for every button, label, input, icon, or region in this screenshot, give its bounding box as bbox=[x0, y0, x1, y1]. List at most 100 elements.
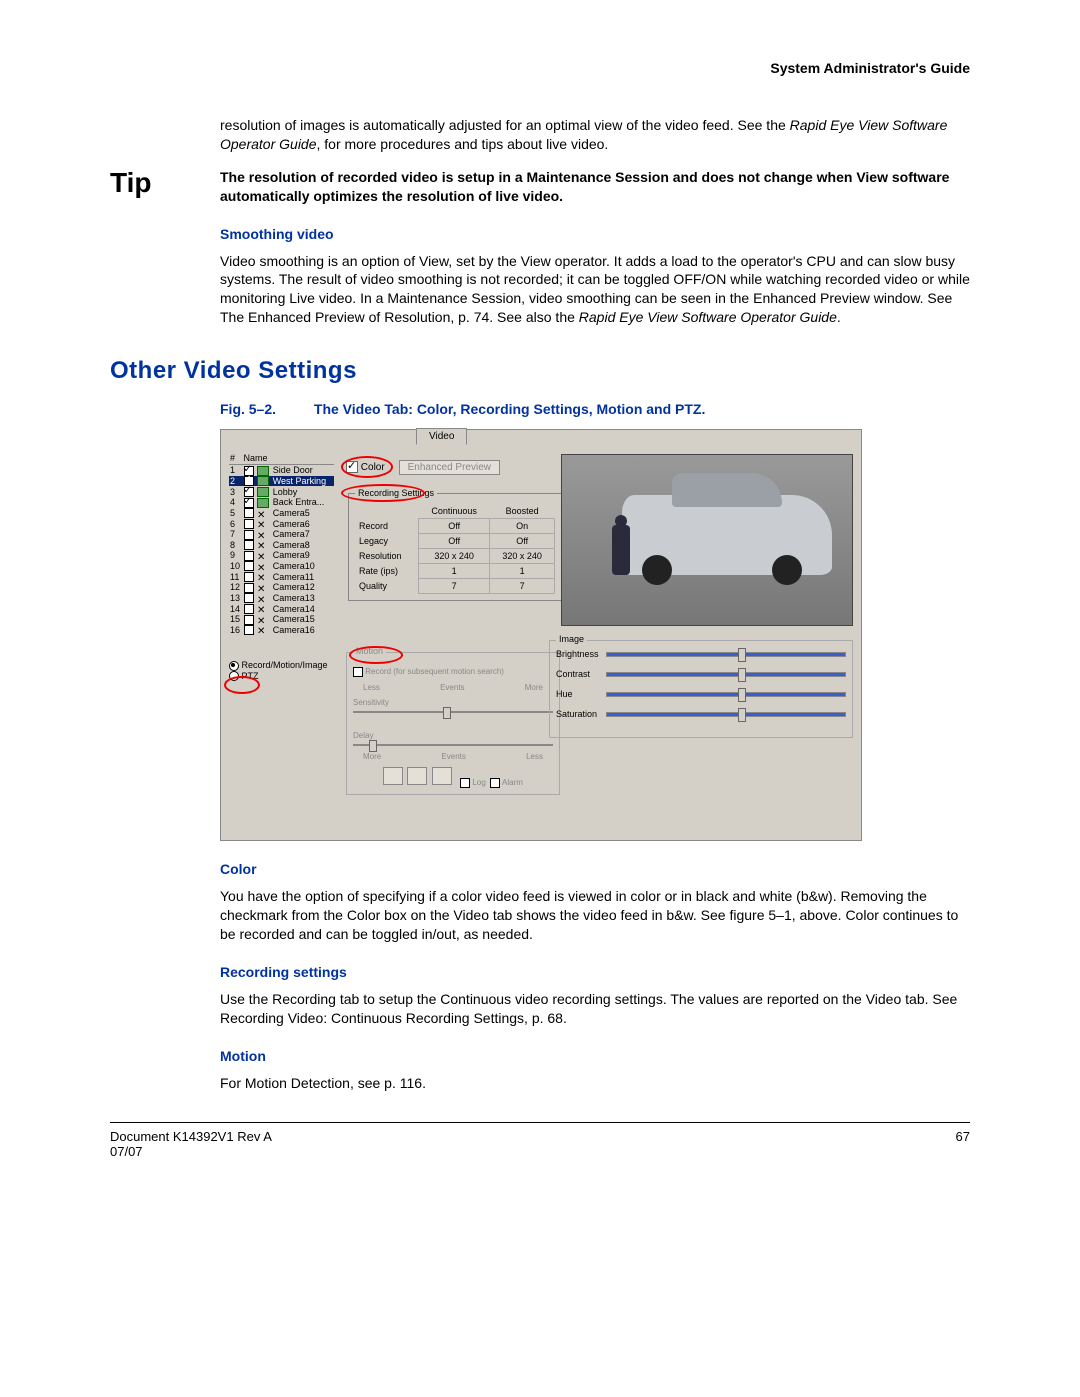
camera-enable-checkbox[interactable] bbox=[244, 615, 254, 625]
table-row: LegacyOffOff bbox=[355, 534, 555, 549]
delay-slider[interactable] bbox=[353, 744, 553, 746]
camera-status-icon bbox=[257, 476, 269, 486]
footer-date: 07/07 bbox=[110, 1144, 272, 1159]
color-heading: Color bbox=[220, 861, 970, 877]
page-number: 67 bbox=[956, 1129, 970, 1159]
list-item[interactable]: 14Camera14 bbox=[229, 603, 334, 614]
list-item[interactable]: 6Camera6 bbox=[229, 518, 334, 529]
person-icon bbox=[612, 525, 630, 575]
brightness-slider[interactable] bbox=[606, 652, 846, 657]
motion-record-checkbox[interactable] bbox=[353, 667, 363, 677]
motion-more-label: More bbox=[525, 683, 543, 692]
list-item[interactable]: 7Camera7 bbox=[229, 529, 334, 540]
camera-status-icon bbox=[257, 584, 267, 592]
camera-status-icon bbox=[257, 466, 269, 476]
radio-record-motion-image[interactable]: Record/Motion/Image bbox=[229, 660, 328, 671]
motion-events2-label: Events bbox=[441, 752, 465, 761]
smoothing-paragraph: Video smoothing is an option of View, se… bbox=[220, 252, 970, 328]
list-item[interactable]: 10Camera10 bbox=[229, 561, 334, 572]
sensitivity-label: Sensitivity bbox=[353, 698, 389, 707]
recording-settings-table: Continuous Boosted RecordOffOn LegacyOff… bbox=[355, 504, 555, 594]
image-legend: Image bbox=[556, 634, 587, 644]
alarm-checkbox[interactable] bbox=[490, 778, 500, 788]
callout-ring-color bbox=[341, 456, 393, 478]
camera-status-icon bbox=[257, 573, 267, 581]
camera-enable-checkbox[interactable] bbox=[244, 593, 254, 603]
motion-record-label: Record (for subsequent motion search) bbox=[365, 667, 504, 676]
hue-label: Hue bbox=[556, 689, 606, 699]
camera-enable-checkbox[interactable] bbox=[244, 519, 254, 529]
saturation-label: Saturation bbox=[556, 709, 606, 719]
camera-enable-checkbox[interactable] bbox=[244, 625, 254, 635]
list-item[interactable]: 5Camera5 bbox=[229, 508, 334, 519]
motion-btn-2[interactable] bbox=[407, 767, 427, 785]
recording-settings-group: Recording Settings Continuous Boosted Re… bbox=[348, 488, 562, 601]
smoothing-text-c: . bbox=[837, 309, 841, 325]
camera-enable-checkbox[interactable] bbox=[244, 551, 254, 561]
log-label: Log bbox=[472, 778, 485, 787]
table-row: Rate (ips)11 bbox=[355, 564, 555, 579]
motion-paragraph: For Motion Detection, see p. 116. bbox=[220, 1074, 970, 1093]
list-item[interactable]: 8Camera8 bbox=[229, 540, 334, 551]
tab-video[interactable]: Video bbox=[416, 428, 467, 445]
contrast-slider[interactable] bbox=[606, 672, 846, 677]
camera-status-icon bbox=[257, 510, 267, 518]
camera-status-icon bbox=[257, 626, 267, 634]
motion-btn-1[interactable] bbox=[383, 767, 403, 785]
figure-caption-text: The Video Tab: Color, Recording Settings… bbox=[314, 401, 706, 417]
camera-status-icon bbox=[257, 487, 269, 497]
camera-col-num: # bbox=[229, 452, 243, 465]
camera-enable-checkbox[interactable] bbox=[244, 540, 254, 550]
camera-status-icon bbox=[257, 498, 269, 508]
list-item[interactable]: 12Camera12 bbox=[229, 582, 334, 593]
list-item[interactable]: 13Camera13 bbox=[229, 593, 334, 604]
enhanced-preview-button[interactable]: Enhanced Preview bbox=[399, 460, 500, 475]
color-paragraph: You have the option of specifying if a c… bbox=[220, 887, 970, 944]
table-row: RecordOffOn bbox=[355, 519, 555, 534]
figure-caption: Fig. 5–2. The Video Tab: Color, Recordin… bbox=[220, 401, 970, 417]
camera-enable-checkbox[interactable] bbox=[244, 561, 254, 571]
hue-slider[interactable] bbox=[606, 692, 846, 697]
sensitivity-slider[interactable] bbox=[353, 711, 553, 713]
camera-enable-checkbox[interactable] bbox=[244, 572, 254, 582]
camera-status-icon bbox=[257, 541, 267, 549]
footer-doc-id: Document K14392V1 Rev A bbox=[110, 1129, 272, 1144]
motion-more2-label: More bbox=[363, 752, 381, 761]
list-item[interactable]: 11Camera11 bbox=[229, 571, 334, 582]
camera-enable-checkbox[interactable] bbox=[244, 530, 254, 540]
camera-status-icon bbox=[257, 531, 267, 539]
car-icon bbox=[622, 495, 832, 575]
motion-less2-label: Less bbox=[526, 752, 543, 761]
delay-label: Delay bbox=[353, 731, 373, 740]
camera-enable-checkbox[interactable] bbox=[244, 583, 254, 593]
table-row: Quality77 bbox=[355, 579, 555, 594]
camera-status-icon bbox=[257, 595, 267, 603]
camera-status-icon bbox=[257, 616, 267, 624]
table-row: Resolution320 x 240320 x 240 bbox=[355, 549, 555, 564]
list-item[interactable]: 4Back Entra... bbox=[229, 497, 334, 508]
camera-list[interactable]: # Name 1Side Door2West Parking3Lobby4Bac… bbox=[229, 452, 334, 635]
recording-heading: Recording settings bbox=[220, 964, 970, 980]
intro-text-c: , for more procedures and tips about liv… bbox=[317, 136, 609, 152]
alarm-label: Alarm bbox=[502, 778, 523, 787]
camera-enable-checkbox[interactable] bbox=[244, 508, 254, 518]
list-item[interactable]: 15Camera15 bbox=[229, 614, 334, 625]
intro-paragraph: resolution of images is automatically ad… bbox=[220, 116, 970, 154]
motion-group: Motion Record (for subsequent motion sea… bbox=[346, 652, 560, 795]
callout-ring-ptz bbox=[224, 676, 260, 694]
saturation-slider[interactable] bbox=[606, 712, 846, 717]
section-heading-other-video: Other Video Settings bbox=[110, 357, 970, 385]
tip-block: Tip The resolution of recorded video is … bbox=[110, 168, 970, 206]
brightness-label: Brightness bbox=[556, 649, 606, 659]
log-checkbox[interactable] bbox=[460, 778, 470, 788]
figure-label: Fig. 5–2. bbox=[220, 401, 310, 417]
camera-status-icon bbox=[257, 563, 267, 571]
tip-text: The resolution of recorded video is setu… bbox=[220, 168, 970, 206]
list-item[interactable]: 9Camera9 bbox=[229, 550, 334, 561]
motion-less-label: Less bbox=[363, 683, 380, 692]
list-item[interactable]: 16Camera16 bbox=[229, 625, 334, 636]
camera-enable-checkbox[interactable] bbox=[244, 498, 254, 508]
motion-btn-3[interactable] bbox=[432, 767, 452, 785]
motion-events-label: Events bbox=[440, 683, 464, 692]
camera-enable-checkbox[interactable] bbox=[244, 604, 254, 614]
